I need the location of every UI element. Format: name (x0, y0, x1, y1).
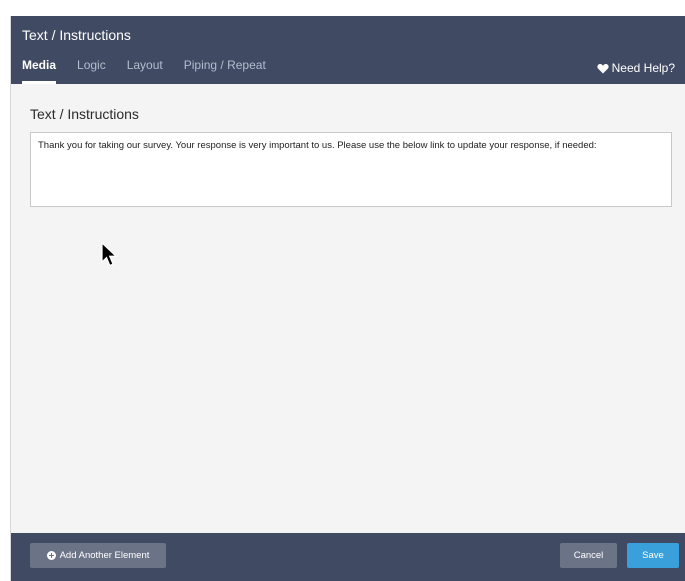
need-help-label: Need Help? (611, 61, 675, 75)
tab-piping-repeat[interactable]: Piping / Repeat (184, 58, 266, 84)
heart-icon (597, 63, 609, 73)
dialog-footer: Add Another Element Cancel Save (11, 533, 685, 581)
add-another-element-button[interactable]: Add Another Element (30, 543, 166, 568)
mouse-cursor-icon (101, 242, 118, 267)
tab-layout[interactable]: Layout (127, 58, 163, 84)
need-help-link[interactable]: Need Help? (597, 61, 675, 75)
plus-circle-icon (46, 551, 56, 560)
dialog-title: Text / Instructions (22, 27, 131, 43)
save-button[interactable]: Save (627, 543, 679, 568)
cancel-button[interactable]: Cancel (560, 543, 617, 568)
section-label: Text / Instructions (30, 106, 139, 122)
dialog-header: Text / Instructions Media Logic Layout P… (11, 16, 685, 84)
tab-media[interactable]: Media (22, 58, 57, 84)
instructions-text-area[interactable]: Thank you for taking our survey. Your re… (30, 132, 672, 207)
text-instructions-dialog: Text / Instructions Media Logic Layout P… (10, 16, 685, 581)
add-another-element-label: Add Another Element (59, 550, 150, 561)
tab-logic[interactable]: Logic (77, 58, 106, 84)
tab-bar: Media Logic Layout Piping / Repeat (22, 58, 287, 84)
